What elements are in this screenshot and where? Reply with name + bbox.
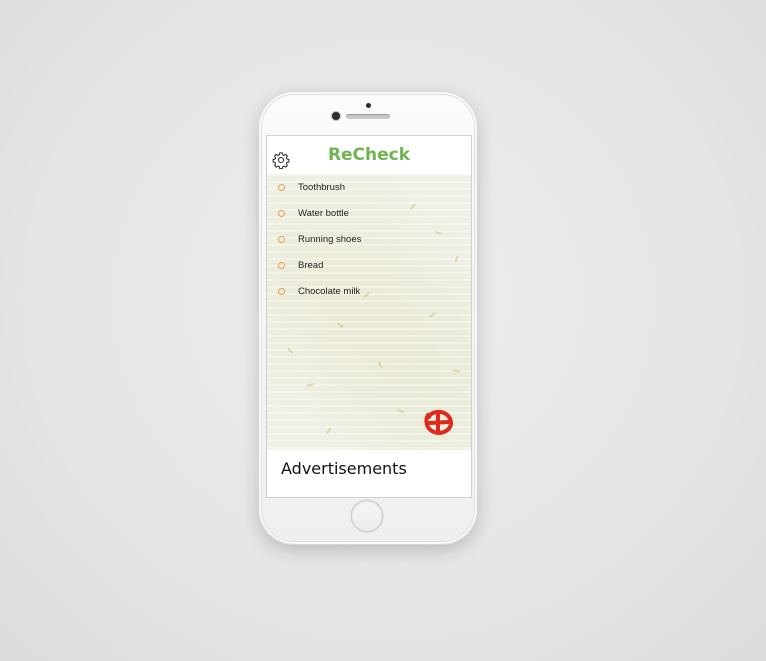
list-item[interactable]: Toothbrush [267,174,471,200]
paper-texture [337,322,344,328]
list-item[interactable]: Running shoes [267,226,471,252]
paper-texture [378,361,383,369]
paper-texture [306,383,315,387]
paper-texture [452,369,461,373]
item-bullet-icon[interactable] [278,262,285,269]
list-item[interactable]: Water bottle [267,200,471,226]
checklist: Toothbrush Water bottle Running shoes Br… [267,174,471,304]
list-item[interactable]: Bread [267,252,471,278]
checklist-area: Toothbrush Water bottle Running shoes Br… [267,174,471,450]
item-label: Chocolate milk [298,285,361,297]
volume-button [256,203,258,225]
ad-label: Advertisements [281,459,407,478]
power-button [478,183,480,213]
home-button[interactable] [352,501,382,531]
paper-texture [429,312,436,318]
volume-button [256,175,258,197]
earpiece-speaker [346,114,390,119]
list-item[interactable]: Chocolate milk [267,278,471,304]
item-bullet-icon[interactable] [278,184,285,191]
item-label: Toothbrush [298,181,346,193]
front-camera [332,112,340,120]
item-bullet-icon[interactable] [278,210,285,217]
app-header: ReCheck [267,136,471,174]
proximity-sensor [366,103,371,108]
ad-banner[interactable]: Advertisements [267,450,471,497]
paper-texture [287,347,294,354]
paper-texture [396,408,405,413]
paper-texture [325,427,332,435]
app-title: ReCheck [327,145,411,165]
item-label: Water bottle [298,207,349,219]
phone-device: ReCheck Toothbrush Water bottle Running … [256,91,480,545]
item-bullet-icon[interactable] [278,288,285,295]
plus-icon[interactable] [421,406,455,438]
item-label: Bread [298,259,324,271]
app-screen: ReCheck Toothbrush Water bottle Running … [267,136,471,497]
add-item-button[interactable] [421,406,455,438]
item-label: Running shoes [298,233,362,245]
item-bullet-icon[interactable] [278,236,285,243]
